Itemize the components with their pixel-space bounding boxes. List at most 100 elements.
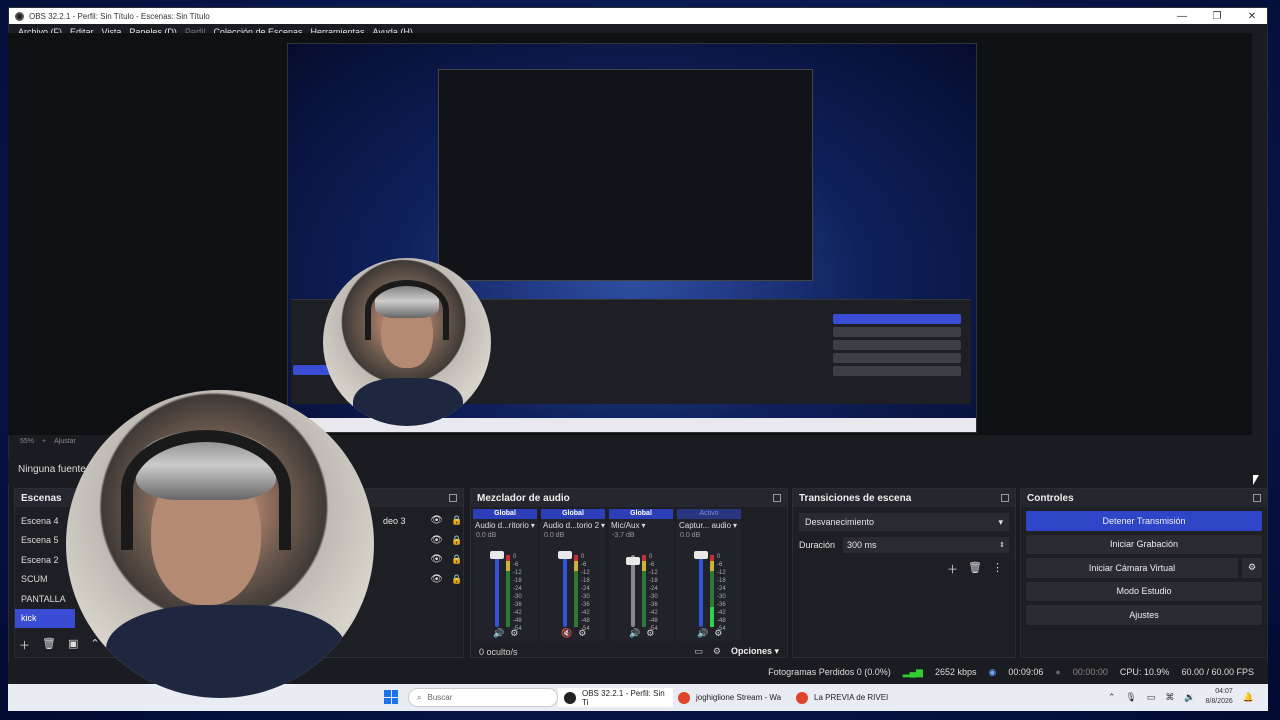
- chevron-down-icon[interactable]: ▾: [733, 521, 737, 530]
- fader-handle[interactable]: [694, 551, 708, 559]
- virtual-camera-settings-icon[interactable]: ⚙: [1242, 558, 1262, 578]
- close-button[interactable]: ✕: [1237, 11, 1267, 22]
- undock-icon[interactable]: [449, 494, 457, 502]
- mixer-layout-icon[interactable]: ▭: [694, 646, 703, 657]
- volume-fader[interactable]: [631, 555, 635, 627]
- fader-handle[interactable]: [626, 557, 640, 565]
- brave-browser-icon: [678, 691, 690, 704]
- channel-name: Audio d...ritorio: [475, 521, 529, 530]
- zoom-in-button[interactable]: +: [42, 438, 46, 445]
- preview-canvas[interactable]: [8, 33, 1252, 435]
- delete-scene-icon[interactable]: 🗑: [42, 637, 56, 653]
- stream-status-icon: ◉: [988, 666, 997, 677]
- lock-icon[interactable]: 🔒: [451, 554, 463, 565]
- undock-icon[interactable]: [773, 494, 781, 502]
- chevron-up-icon[interactable]: ⌃: [1108, 692, 1116, 703]
- transition-select[interactable]: Desvanecimiento ▾: [799, 513, 1009, 531]
- taskbar-app-obs[interactable]: OBS 32.2.1 - Perfil: Sin Ti: [558, 688, 673, 707]
- more-options-icon[interactable]: ⋮: [992, 561, 1003, 577]
- options-button[interactable]: Opciones ▾: [731, 646, 779, 657]
- level-meter: [710, 555, 714, 627]
- channel-name: Captur... audio: [679, 521, 732, 530]
- source-row[interactable]: deo 3 👁 🔒: [375, 511, 463, 531]
- filters-icon[interactable]: ▣: [68, 637, 78, 653]
- source-row[interactable]: 👁 🔒: [375, 550, 463, 570]
- scene-item[interactable]: PANTALLA: [15, 589, 75, 609]
- muted-speaker-icon[interactable]: 🔇: [561, 628, 572, 639]
- advanced-audio-icon[interactable]: ⚙: [713, 646, 721, 657]
- mixer-channel: Global Audio d...ritorio ▾ 0.0 dB 0 -6 -12-…: [473, 509, 537, 641]
- notifications-icon[interactable]: 🔔: [1243, 692, 1254, 703]
- taskbar-app-browser-2[interactable]: La PREVIA de RIVEI: [796, 688, 888, 707]
- speaker-icon[interactable]: 🔊: [629, 628, 640, 639]
- preview-zoom-bar: 55% + Ajustar: [20, 438, 76, 445]
- fader-handle[interactable]: [490, 551, 504, 559]
- start-recording-button[interactable]: Iniciar Grabación: [1026, 534, 1262, 554]
- channel-db: 0.0 dB: [544, 532, 565, 539]
- visibility-eye-icon[interactable]: 👁: [430, 515, 443, 526]
- channel-name: Mic/Aux: [611, 521, 640, 530]
- remove-transition-icon[interactable]: 🗑: [968, 561, 982, 577]
- settings-icon[interactable]: ⚙: [510, 628, 518, 639]
- source-row[interactable]: 👁 🔒: [375, 570, 463, 590]
- level-meter: [642, 555, 646, 627]
- visibility-eye-icon[interactable]: 👁: [430, 554, 443, 565]
- add-transition-icon[interactable]: ＋: [947, 561, 958, 577]
- stop-stream-button[interactable]: Detener Transmisión: [1026, 511, 1262, 531]
- speaker-icon[interactable]: 🔊: [493, 628, 504, 639]
- channel-tag: Global: [609, 509, 673, 519]
- volume-fader[interactable]: [699, 555, 703, 627]
- network-icon[interactable]: ⌘: [1165, 692, 1174, 703]
- chevron-down-icon[interactable]: ▾: [531, 521, 535, 530]
- duration-spinbox[interactable]: 300 ms ⇕: [843, 537, 1009, 553]
- source-row[interactable]: 👁 🔒: [375, 531, 463, 551]
- settings-icon[interactable]: ⚙: [646, 628, 654, 639]
- visibility-eye-icon[interactable]: 👁: [430, 535, 443, 546]
- microphone-icon[interactable]: 🎙: [1125, 692, 1136, 703]
- start-virtual-camera-button[interactable]: Iniciar Cámara Virtual: [1026, 558, 1238, 578]
- meter-scale: 0 -6 -12 -18 -24 -30 -36 -42 -48 -54: [513, 554, 522, 632]
- visibility-eye-icon[interactable]: 👁: [430, 574, 443, 585]
- taskbar-search[interactable]: ⌕ Buscar: [408, 688, 558, 707]
- fader-handle[interactable]: [558, 551, 572, 559]
- controls-header: Controles: [1021, 489, 1267, 507]
- lock-icon[interactable]: 🔒: [451, 515, 463, 526]
- channel-db: -3.7 dB: [612, 532, 635, 539]
- undock-icon[interactable]: [1001, 494, 1009, 502]
- minimize-button[interactable]: —: [1167, 11, 1197, 22]
- scene-item[interactable]: SCUM: [15, 570, 75, 590]
- maximize-button[interactable]: ❐: [1202, 11, 1232, 22]
- level-meter: [574, 555, 578, 627]
- volume-icon[interactable]: 🔉: [1184, 692, 1195, 703]
- mixer-channel: Global Mic/Aux ▾ -3.7 dB 0 -6 -12 -18 -24 -30-…: [609, 509, 673, 641]
- settings-icon[interactable]: ⚙: [578, 628, 586, 639]
- fit-button[interactable]: Ajustar: [54, 438, 76, 445]
- lock-icon[interactable]: 🔒: [451, 574, 463, 585]
- scene-item-active[interactable]: kick: [15, 608, 75, 628]
- lock-icon[interactable]: 🔒: [451, 535, 463, 546]
- fps: 60.00 / 60.00 FPS: [1181, 667, 1254, 677]
- zoom-level[interactable]: 55%: [20, 438, 34, 445]
- meter-scale: 0 -6 -12 -18 -24 -30 -36 -42 -48 -54: [649, 554, 658, 632]
- chevron-down-icon[interactable]: ▾: [641, 521, 645, 530]
- audio-mixer-header: Mezclador de audio: [471, 489, 787, 507]
- spin-arrows-icon[interactable]: ⇕: [999, 541, 1005, 549]
- stream-time: 00:09:06: [1008, 667, 1044, 677]
- audio-mixer-dock: Mezclador de audio Global Audio d...rito…: [470, 488, 788, 658]
- studio-mode-button[interactable]: Modo Estudio: [1026, 581, 1262, 601]
- chevron-down-icon[interactable]: ▾: [601, 521, 605, 530]
- windows-start-icon[interactable]: [384, 690, 398, 704]
- brave-browser-icon: [796, 691, 808, 704]
- volume-fader[interactable]: [495, 555, 499, 627]
- add-scene-icon[interactable]: ＋: [19, 637, 30, 653]
- speaker-icon[interactable]: 🔊: [697, 628, 708, 639]
- clock[interactable]: 04:07 8/8/2026: [1206, 687, 1233, 707]
- undock-icon[interactable]: [1253, 494, 1261, 502]
- window-title: OBS 32.2.1 - Perfil: Sin Título - Escena…: [29, 11, 210, 21]
- title-bar: OBS 32.2.1 - Perfil: Sin Título - Escena…: [9, 8, 1267, 24]
- monitor-icon[interactable]: ▭: [1147, 692, 1156, 703]
- settings-icon[interactable]: ⚙: [714, 628, 722, 639]
- settings-button[interactable]: Ajustes: [1026, 605, 1262, 625]
- taskbar-app-browser-1[interactable]: joghiglione Stream - Wa: [678, 688, 781, 707]
- volume-fader[interactable]: [563, 555, 567, 627]
